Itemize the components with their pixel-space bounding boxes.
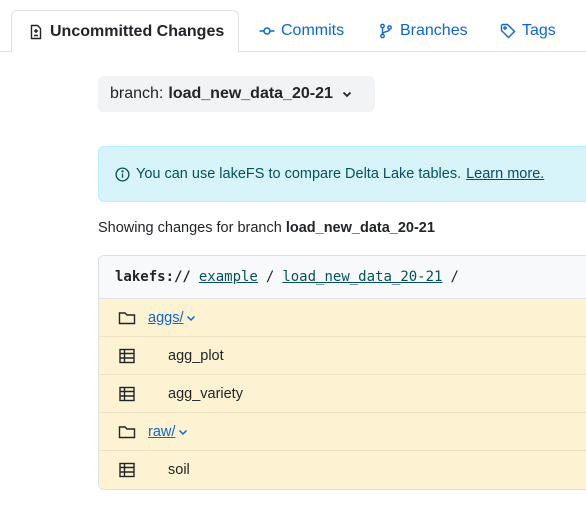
branch-selector-name: load_new_data_20-21 bbox=[168, 85, 333, 102]
path-separator: / bbox=[450, 269, 459, 285]
table-icon bbox=[118, 461, 136, 479]
showing-prefix: Showing changes for branch bbox=[98, 220, 282, 236]
path-branch-link[interactable]: load_new_data_20-21 bbox=[282, 269, 442, 285]
alert-text: You can use lakeFS to compare Delta Lake… bbox=[136, 166, 462, 182]
table-row-soil[interactable]: soil bbox=[99, 451, 586, 489]
tab-uncommitted-changes[interactable]: Uncommitted Changes bbox=[11, 10, 240, 53]
chevron-down-icon[interactable] bbox=[177, 426, 189, 438]
changes-table: lakefs:// example / load_new_data_20-21 … bbox=[98, 255, 586, 490]
learn-more-link[interactable]: Learn more. bbox=[466, 166, 544, 182]
folder-icon bbox=[118, 309, 136, 327]
tab-tags[interactable]: Tags bbox=[500, 10, 556, 52]
directory-row-raw[interactable]: raw/ bbox=[99, 413, 586, 451]
tab-label: Uncommitted Changes bbox=[50, 22, 225, 40]
path-breadcrumb: lakefs:// example / load_new_data_20-21 … bbox=[99, 256, 586, 299]
directory-row-aggs[interactable]: aggs/ bbox=[99, 299, 586, 337]
table-name: soil bbox=[168, 462, 190, 478]
directory-name[interactable]: aggs/ bbox=[148, 310, 183, 326]
directory-name[interactable]: raw/ bbox=[148, 424, 175, 440]
branch-icon bbox=[378, 23, 394, 39]
table-name: agg_variety bbox=[168, 385, 243, 402]
info-alert: You can use lakeFS to compare Delta Lake… bbox=[98, 146, 586, 202]
showing-branch: load_new_data_20-21 bbox=[285, 220, 435, 236]
tab-branches[interactable]: Branches bbox=[378, 10, 468, 52]
repository-tabs: Uncommitted Changes Commits Branches Tag… bbox=[0, 0, 586, 53]
tab-commits[interactable]: Commits bbox=[259, 10, 344, 52]
info-icon bbox=[115, 166, 130, 182]
file-diff-icon bbox=[28, 24, 44, 40]
table-icon bbox=[118, 385, 136, 403]
showing-changes-text: Showing changes for branch load_new_data… bbox=[98, 220, 435, 236]
tag-icon bbox=[500, 23, 516, 39]
tab-label: Branches bbox=[400, 22, 468, 39]
tab-label: Tags bbox=[522, 22, 556, 39]
path-root: lakefs:// bbox=[115, 269, 191, 285]
branch-selector-prefix: branch: bbox=[110, 85, 164, 102]
table-name: agg_plot bbox=[168, 347, 224, 364]
table-icon bbox=[118, 347, 136, 365]
branch-selector[interactable]: branch: load_new_data_20-21 bbox=[98, 76, 375, 112]
path-separator: / bbox=[265, 269, 275, 285]
folder-icon bbox=[118, 423, 136, 441]
table-row-agg-variety[interactable]: agg_variety bbox=[99, 375, 586, 413]
path-repo-link[interactable]: example bbox=[199, 269, 258, 285]
table-row-agg-plot[interactable]: agg_plot bbox=[99, 337, 586, 375]
commit-icon bbox=[259, 23, 275, 39]
chevron-down-icon bbox=[341, 88, 353, 100]
tab-label: Commits bbox=[281, 22, 345, 39]
chevron-down-icon[interactable] bbox=[185, 312, 197, 324]
